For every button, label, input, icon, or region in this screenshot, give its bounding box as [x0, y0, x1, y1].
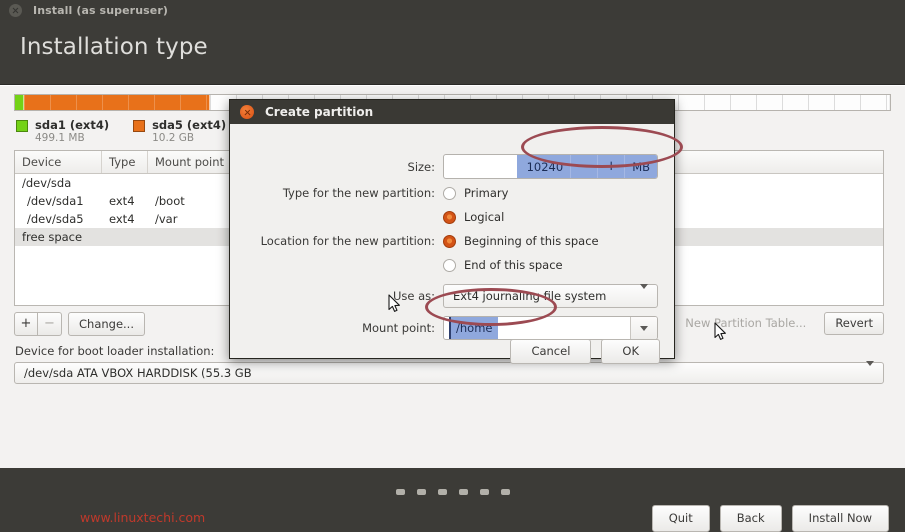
legend-item: sda5 (ext4) 10.2 GB	[133, 118, 226, 145]
cell-device: /dev/sda	[22, 176, 72, 190]
mount-point-label: Mount point:	[362, 321, 435, 335]
mount-point-input[interactable]: /home	[444, 317, 630, 339]
mount-point-combo[interactable]: /home	[443, 316, 658, 340]
legend-label: sda1 (ext4)	[35, 118, 110, 132]
back-button[interactable]: Back	[719, 505, 782, 532]
window-title: Install (as superuser)	[33, 3, 168, 17]
radio-end-label[interactable]: End of this space	[464, 258, 563, 272]
use-as-select[interactable]: Ext4 journaling file system	[443, 284, 658, 308]
size-row: Size: 10240 − + MB	[230, 154, 676, 179]
installer-window: Install (as superuser) Installation type…	[0, 0, 905, 532]
partition-legend: sda1 (ext4) 499.1 MB sda5 (ext4) 10.2 GB	[16, 118, 226, 145]
radio-logical-icon[interactable]	[443, 210, 456, 224]
page-indicator	[0, 489, 905, 495]
dialog-titlebar: Create partition	[230, 100, 674, 124]
partition-location-label: Location for the new partition:	[260, 234, 435, 248]
legend-label: sda5 (ext4)	[152, 118, 227, 132]
radio-beginning-label[interactable]: Beginning of this space	[464, 234, 599, 248]
close-icon[interactable]	[9, 3, 22, 17]
legend-size: 499.1 MB	[35, 132, 85, 144]
close-icon[interactable]	[240, 105, 254, 119]
size-increment-button[interactable]: +	[597, 155, 625, 178]
size-spinner[interactable]: 10240 − + MB	[443, 154, 658, 179]
page-dot[interactable]	[458, 489, 468, 495]
partition-location-row: Location for the new partition: Beginnin…	[230, 234, 676, 248]
cell-device: free space	[22, 230, 83, 244]
radio-logical-label[interactable]: Logical	[464, 210, 504, 224]
partition-type-row: Type for the new partition: Primary	[230, 186, 676, 200]
dialog-body: Size: 10240 − + MB Type for the new part…	[230, 124, 676, 364]
new-partition-table-button[interactable]: New Partition Table...	[674, 312, 817, 335]
bootloader-device-value: /dev/sda ATA VBOX HARDDISK (55.3 GB	[24, 366, 252, 380]
bootloader-label: Device for boot loader installation:	[15, 344, 215, 358]
page-title: Installation type	[20, 34, 208, 60]
watermark: www.linuxtechi.com	[80, 510, 206, 525]
page-header: Installation type	[0, 20, 905, 85]
legend-swatch-icon	[16, 120, 28, 132]
column-header-device[interactable]: Device	[15, 151, 102, 173]
install-now-button[interactable]: Install Now	[791, 505, 889, 532]
create-partition-dialog: Create partition Size: 10240 − + MB Type…	[229, 99, 676, 364]
cell-type: ext4	[109, 194, 135, 208]
change-partition-button[interactable]: Change...	[68, 312, 145, 336]
cell-device: /dev/sda5	[27, 212, 84, 226]
bootloader-device-select[interactable]: /dev/sda ATA VBOX HARDDISK (55.3 GB	[14, 361, 884, 384]
cell-type: ext4	[109, 212, 135, 226]
size-input[interactable]	[444, 155, 517, 178]
ok-button[interactable]: OK	[601, 339, 660, 364]
page-dot[interactable]	[395, 489, 405, 495]
dialog-title: Create partition	[265, 105, 374, 119]
remove-partition-button[interactable]: −	[38, 312, 62, 336]
size-label: Size:	[407, 159, 435, 174]
footer-buttons: Quit Back Install Now	[651, 505, 889, 532]
partition-location-end-row: End of this space	[230, 258, 676, 272]
quit-button[interactable]: Quit	[651, 505, 710, 532]
add-partition-button[interactable]: +	[14, 312, 38, 336]
table-actions-group: New Partition Table... Revert	[674, 312, 884, 335]
page-dot[interactable]	[416, 489, 426, 495]
legend-swatch-icon	[133, 120, 146, 132]
column-header-type[interactable]: Type	[102, 151, 148, 173]
size-value[interactable]: 10240	[516, 155, 571, 178]
legend-size: 10.2 GB	[152, 132, 195, 144]
chevron-down-icon[interactable]	[630, 317, 657, 339]
use-as-label: Use as:	[392, 289, 435, 303]
column-header-mount-point[interactable]: Mount point	[148, 151, 240, 173]
radio-primary-icon[interactable]	[443, 186, 456, 200]
partition-segment-sda5	[24, 95, 210, 110]
page-dot[interactable]	[500, 489, 510, 495]
use-as-value: Ext4 journaling file system	[453, 289, 607, 303]
mount-point-value[interactable]: /home	[449, 317, 499, 339]
mouse-cursor-icon	[388, 294, 401, 313]
chevron-down-icon	[866, 361, 874, 380]
add-remove-group: + − Change...	[14, 312, 145, 336]
revert-button[interactable]: Revert	[824, 312, 884, 335]
dialog-buttons: Cancel OK	[510, 339, 660, 364]
radio-end-icon[interactable]	[443, 258, 456, 272]
mount-point-row: Mount point: /home	[230, 316, 676, 340]
mouse-cursor-icon	[714, 322, 727, 341]
partition-segment-sda1	[15, 95, 24, 110]
size-unit-label: MB	[624, 155, 657, 178]
window-titlebar: Install (as superuser)	[0, 0, 905, 20]
page-dot[interactable]	[479, 489, 489, 495]
cell-mount: /var	[155, 212, 178, 226]
partition-type-label: Type for the new partition:	[282, 186, 435, 200]
use-as-row: Use as: Ext4 journaling file system	[230, 284, 676, 308]
radio-beginning-icon[interactable]	[443, 234, 456, 248]
cell-mount: /boot	[155, 194, 185, 208]
partition-type-logical-row: Logical	[230, 210, 676, 224]
cancel-button[interactable]: Cancel	[510, 339, 592, 364]
size-decrement-button[interactable]: −	[570, 155, 598, 178]
cell-device: /dev/sda1	[27, 194, 84, 208]
radio-primary-label[interactable]: Primary	[464, 186, 508, 200]
legend-item: sda1 (ext4) 499.1 MB	[16, 118, 109, 145]
chevron-down-icon	[640, 284, 648, 303]
page-dot[interactable]	[437, 489, 447, 495]
